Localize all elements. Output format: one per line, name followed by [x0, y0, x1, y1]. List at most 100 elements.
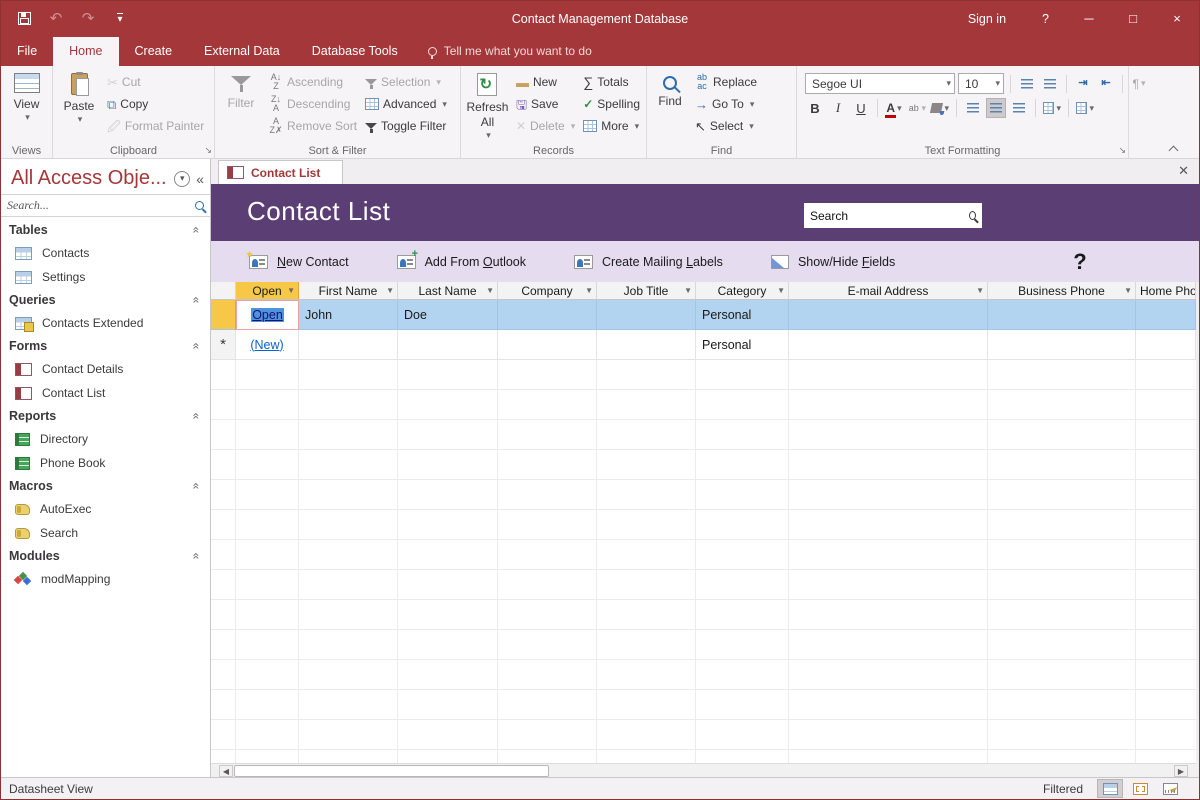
- copy-button[interactable]: ⧉Copy: [103, 93, 208, 115]
- cell-company[interactable]: [498, 300, 597, 330]
- tab-create[interactable]: Create: [119, 37, 189, 66]
- undo-button[interactable]: ↶: [47, 10, 65, 28]
- scroll-right-arrow[interactable]: ▶: [1174, 765, 1188, 777]
- column-header-category[interactable]: Category▼: [696, 282, 789, 300]
- alternate-row-color-button[interactable]: [1075, 98, 1095, 118]
- more-button[interactable]: More: [579, 115, 644, 137]
- nav-section-queries[interactable]: Queries«: [1, 289, 210, 311]
- column-header-last-name[interactable]: Last Name▼: [398, 282, 498, 300]
- align-center-button[interactable]: [986, 98, 1006, 118]
- document-tab-contact-list[interactable]: Contact List: [218, 160, 343, 184]
- column-dropdown-icon[interactable]: ▼: [386, 286, 394, 295]
- scroll-left-arrow[interactable]: ◀: [219, 765, 233, 777]
- bullets-button[interactable]: [1017, 74, 1037, 94]
- customize-qat-button[interactable]: ▾: [111, 10, 129, 28]
- cell-home-phone[interactable]: [1136, 330, 1196, 360]
- cell-last-name[interactable]: Doe: [398, 300, 498, 330]
- tell-me-box[interactable]: Tell me what you want to do: [414, 37, 606, 66]
- cell-email[interactable]: [789, 300, 988, 330]
- search-icon[interactable]: [969, 211, 976, 220]
- cell-first-name[interactable]: [299, 330, 398, 360]
- tab-external-data[interactable]: External Data: [188, 37, 296, 66]
- maximize-button[interactable]: □: [1111, 1, 1155, 36]
- font-name-combo[interactable]: Segoe UI: [805, 73, 955, 94]
- numbering-button[interactable]: [1040, 74, 1060, 94]
- text-formatting-dialog-launcher[interactable]: ↘: [1118, 145, 1126, 156]
- nav-item-directory[interactable]: Directory: [1, 427, 210, 451]
- nav-item-search[interactable]: Search: [1, 521, 210, 545]
- find-button[interactable]: Find: [649, 69, 691, 141]
- cell-new-link[interactable]: (New): [236, 330, 299, 360]
- cut-button[interactable]: ✂Cut: [103, 71, 208, 93]
- nav-item-contacts-extended[interactable]: Contacts Extended: [1, 311, 210, 335]
- nav-section-macros[interactable]: Macros«: [1, 475, 210, 497]
- save-record-button[interactable]: 🖫Save: [512, 93, 579, 115]
- cell-last-name[interactable]: [398, 330, 498, 360]
- nav-section-modules[interactable]: Modules«: [1, 545, 210, 567]
- select-all-cell[interactable]: [211, 282, 236, 300]
- row-selector-current[interactable]: [211, 300, 236, 330]
- nav-item-phone-book[interactable]: Phone Book: [1, 451, 210, 475]
- cell-company[interactable]: [498, 330, 597, 360]
- cell-business-phone[interactable]: [988, 300, 1136, 330]
- nav-pane-title[interactable]: All Access Obje...: [11, 167, 174, 190]
- gridlines-button[interactable]: [1042, 98, 1062, 118]
- column-header-email[interactable]: E-mail Address▼: [789, 282, 988, 300]
- column-header-open[interactable]: Open▼: [236, 282, 299, 300]
- selection-button[interactable]: Selection: [361, 71, 451, 93]
- background-color-button[interactable]: [930, 98, 950, 118]
- nav-item-contacts[interactable]: Contacts: [1, 241, 210, 265]
- column-header-business-phone[interactable]: Business Phone▼: [988, 282, 1136, 300]
- align-right-button[interactable]: [1009, 98, 1029, 118]
- nav-item-contact-list[interactable]: Contact List: [1, 381, 210, 405]
- descending-button[interactable]: Z↓ADescending: [265, 93, 361, 115]
- cell-email[interactable]: [789, 330, 988, 360]
- view-button[interactable]: View: [3, 69, 50, 141]
- go-to-button[interactable]: →Go To: [691, 93, 761, 115]
- form-search-input[interactable]: [810, 209, 965, 223]
- sign-in-button[interactable]: Sign in: [950, 1, 1024, 36]
- tab-database-tools[interactable]: Database Tools: [296, 37, 414, 66]
- design-view-button[interactable]: [1157, 779, 1183, 798]
- collapse-ribbon-button[interactable]: [1169, 144, 1177, 152]
- paste-button[interactable]: Paste: [55, 69, 103, 141]
- column-dropdown-icon[interactable]: ▼: [287, 286, 295, 295]
- create-mailing-labels-button[interactable]: Create Mailing Labels: [574, 255, 723, 269]
- column-header-company[interactable]: Company▼: [498, 282, 597, 300]
- close-button[interactable]: ×: [1155, 1, 1199, 36]
- column-dropdown-icon[interactable]: ▼: [1124, 286, 1132, 295]
- cell-first-name[interactable]: John: [299, 300, 398, 330]
- help-button[interactable]: ?: [1024, 1, 1067, 36]
- italic-button[interactable]: I: [828, 98, 848, 118]
- format-painter-button[interactable]: 🖉Format Painter: [103, 115, 208, 137]
- column-dropdown-icon[interactable]: ▼: [976, 286, 984, 295]
- column-header-first-name[interactable]: First Name▼: [299, 282, 398, 300]
- form-help-button[interactable]: ?: [1073, 249, 1086, 275]
- new-record-button[interactable]: ▬New: [512, 71, 579, 93]
- font-color-button[interactable]: A: [884, 98, 904, 118]
- nav-pane-menu-button[interactable]: ▾: [174, 171, 190, 187]
- spelling-button[interactable]: ✓Spelling: [579, 93, 644, 115]
- totals-button[interactable]: ∑Totals: [579, 71, 644, 93]
- nav-item-settings[interactable]: Settings: [1, 265, 210, 289]
- delete-record-button[interactable]: ✕Delete: [512, 115, 579, 137]
- column-header-job-title[interactable]: Job Title▼: [597, 282, 696, 300]
- align-left-button[interactable]: [963, 98, 983, 118]
- decrease-indent-button[interactable]: ⇤: [1096, 74, 1116, 94]
- toggle-filter-button[interactable]: Toggle Filter: [361, 115, 451, 137]
- shutter-bar-close-button[interactable]: «: [196, 171, 204, 187]
- close-tab-icon[interactable]: ✕: [1178, 163, 1189, 179]
- nav-section-tables[interactable]: Tables«: [1, 219, 210, 241]
- ascending-button[interactable]: A↓ZAscending: [265, 71, 361, 93]
- show-hide-fields-button[interactable]: Show/Hide Fields: [771, 255, 895, 269]
- select-button[interactable]: ↖Select: [691, 115, 761, 137]
- tab-home[interactable]: Home: [53, 37, 118, 66]
- cell-home-phone[interactable]: [1136, 300, 1196, 330]
- underline-button[interactable]: U: [851, 98, 871, 118]
- refresh-all-button[interactable]: Refresh All: [463, 69, 512, 141]
- save-button[interactable]: [15, 10, 33, 28]
- horizontal-scrollbar[interactable]: ◀ ▶: [211, 763, 1196, 777]
- nav-search-input[interactable]: [7, 198, 191, 213]
- cell-category[interactable]: Personal: [696, 300, 789, 330]
- cell-job-title[interactable]: [597, 300, 696, 330]
